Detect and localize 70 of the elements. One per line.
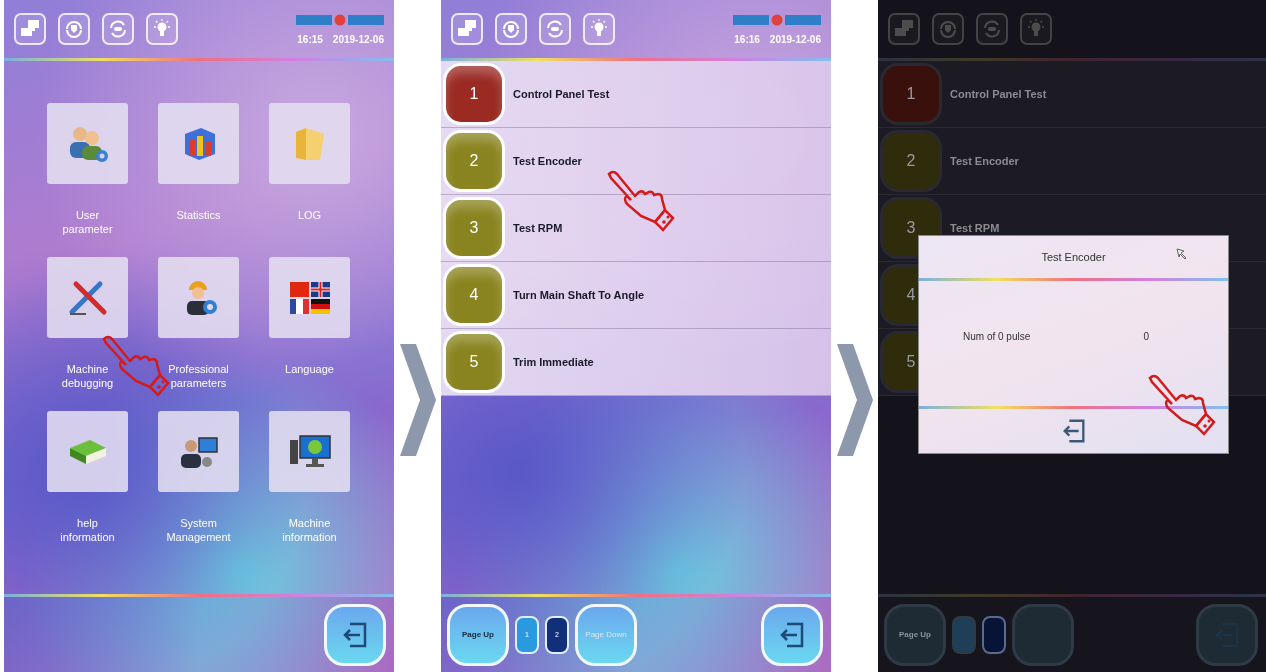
page-down-button[interactable] [1012, 603, 1074, 666]
monitors-icon[interactable] [451, 13, 483, 45]
test-label: Control Panel Test [950, 88, 1047, 100]
refresh-icon[interactable] [976, 13, 1008, 45]
number-button[interactable]: 4 [443, 264, 505, 326]
number-button[interactable]: 1 [880, 63, 942, 125]
dialog-title: Test Encoder [1041, 251, 1106, 263]
number-button[interactable]: 5 [443, 331, 505, 393]
field-label: Num of 0 pulse [963, 331, 1031, 342]
menu-tile[interactable] [47, 411, 128, 492]
number-button[interactable]: 2 [880, 130, 942, 192]
menu-tile[interactable] [158, 411, 239, 492]
flags-icon [287, 279, 332, 316]
pointing-hand-icon [605, 170, 675, 232]
monitors-icon[interactable] [888, 13, 920, 45]
tile-label: System Management [165, 516, 232, 544]
shield-icon[interactable] [58, 13, 90, 45]
tile-label: Language [284, 362, 335, 376]
pointing-hand-icon [1146, 374, 1216, 436]
tile-label: help information [59, 516, 116, 544]
number-button[interactable]: 3 [443, 197, 505, 259]
field-value: 0 [1143, 331, 1149, 342]
shield-icon[interactable] [495, 13, 527, 45]
page-up-button[interactable]: Page Up [447, 603, 509, 666]
chevron-arrow-icon [836, 344, 873, 456]
list-row[interactable]: 3 Test RPM [441, 195, 831, 262]
menu-tile[interactable] [158, 257, 239, 338]
refresh-icon[interactable] [539, 13, 571, 45]
list-row[interactable]: 2 Test Encoder [878, 128, 1266, 195]
tile-label: Machine information [281, 516, 338, 544]
tile-label: Statistics [175, 208, 222, 222]
clock-date: 2019-12-06 [332, 33, 384, 45]
list-row[interactable]: 1 Control Panel Test [441, 61, 831, 128]
lightbulb-icon[interactable] [1020, 13, 1052, 45]
test-label: Turn Main Shaft To Angle [513, 289, 645, 301]
tile-label: User parameter [61, 208, 114, 236]
page-button[interactable] [982, 615, 1006, 654]
list-row[interactable]: 2 Test Encoder [441, 128, 831, 195]
menu-tile[interactable] [269, 103, 350, 184]
list-row[interactable]: 4 Turn Main Shaft To Angle [441, 262, 831, 329]
lightbulb-icon[interactable] [146, 13, 178, 45]
number-button[interactable]: 1 [443, 63, 505, 125]
page-up-button[interactable]: Page Up [884, 603, 946, 666]
test-label: Test RPM [950, 222, 1000, 234]
test-label: Test Encoder [513, 155, 582, 167]
lightbulb-icon[interactable] [583, 13, 615, 45]
chevron-arrow-icon [399, 344, 436, 456]
test-label: Test RPM [513, 222, 563, 234]
menu-tile[interactable] [269, 257, 350, 338]
number-button[interactable]: 2 [443, 130, 505, 192]
test-label: Control Panel Test [513, 88, 610, 100]
menu-tile[interactable] [269, 411, 350, 492]
page-button[interactable] [952, 615, 976, 654]
test-label: Test Encoder [950, 155, 1019, 167]
list-row[interactable]: 1 Control Panel Test [878, 61, 1266, 128]
tile-label: Professional parameters [167, 362, 230, 390]
monitors-icon[interactable] [14, 13, 46, 45]
tile-label: LOG [296, 208, 323, 222]
list-row[interactable]: 5 Trim Immediate [441, 329, 831, 396]
clock-time: 16:16 [734, 33, 760, 45]
tile-label: Machine debugging [60, 362, 115, 390]
test-label: Trim Immediate [513, 356, 594, 368]
cursor-icon [1176, 248, 1188, 260]
menu-tile[interactable] [158, 103, 239, 184]
clock-time: 16:15 [297, 33, 323, 45]
shield-icon[interactable] [932, 13, 964, 45]
menu-tile[interactable] [47, 257, 128, 338]
clock-date: 2019-12-06 [769, 33, 821, 45]
refresh-icon[interactable] [102, 13, 134, 45]
menu-tile[interactable] [47, 103, 128, 184]
